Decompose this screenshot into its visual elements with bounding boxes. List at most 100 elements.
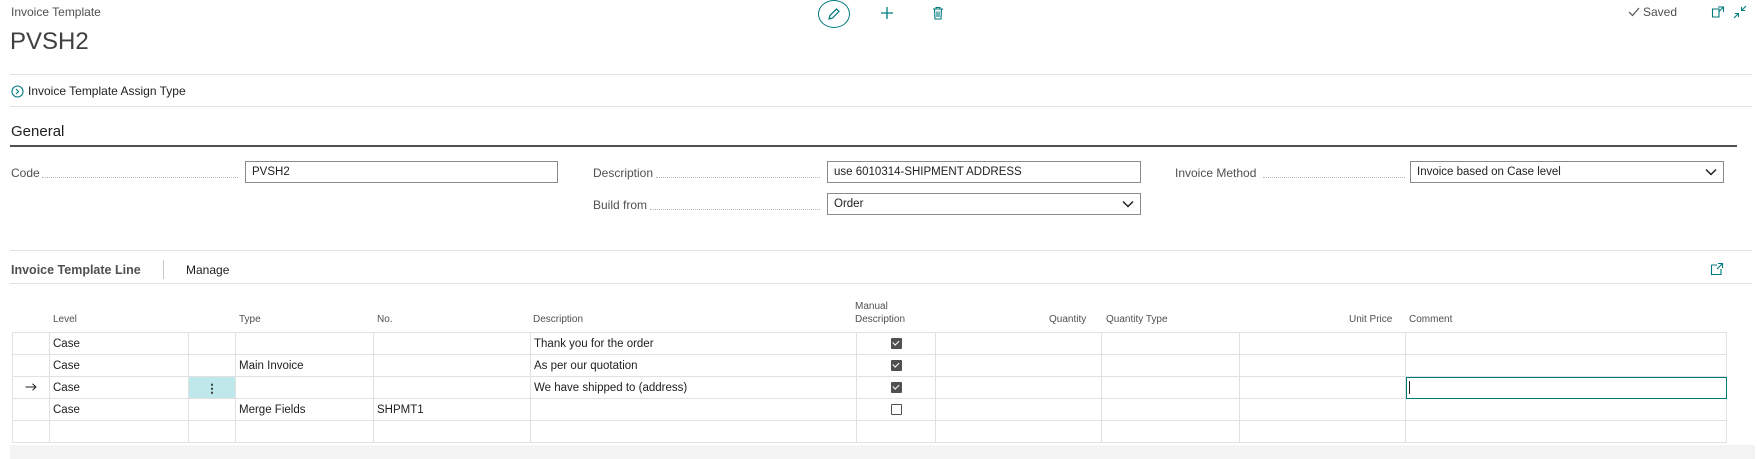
- type-cell[interactable]: Merge Fields: [235, 398, 374, 421]
- level-cell[interactable]: [49, 420, 189, 443]
- row-menu-cell[interactable]: [188, 354, 236, 377]
- quantity-type-cell[interactable]: [1101, 376, 1240, 399]
- quantity-cell[interactable]: [935, 376, 1102, 399]
- manual-description-cell[interactable]: [856, 398, 936, 421]
- no-cell[interactable]: [373, 376, 531, 399]
- manual-description-cell[interactable]: [856, 420, 936, 443]
- invoice-template-assign-type-action[interactable]: Invoice Template Assign Type: [11, 84, 186, 98]
- quantity-type-cell[interactable]: [1101, 420, 1240, 443]
- grid-footer: [10, 445, 1755, 459]
- unit-price-cell[interactable]: [1239, 332, 1406, 355]
- row-menu-cell[interactable]: [188, 420, 236, 443]
- checkbox[interactable]: [890, 359, 902, 371]
- new-button[interactable]: [876, 2, 898, 24]
- manual-description-cell[interactable]: [856, 376, 936, 399]
- column-header-comment[interactable]: Comment: [1409, 314, 1452, 325]
- lines-part-title[interactable]: Invoice Template Line: [11, 263, 141, 277]
- quantity-type-cell[interactable]: [1101, 398, 1240, 421]
- description-field[interactable]: use 6010314-SHIPMENT ADDRESS: [827, 161, 1141, 183]
- save-status: Saved: [1628, 5, 1677, 19]
- comment-cell[interactable]: [1405, 354, 1727, 377]
- manual-description-cell[interactable]: [856, 332, 936, 355]
- row-indicator: [12, 354, 50, 377]
- level-cell[interactable]: Case: [49, 332, 189, 355]
- column-header-description[interactable]: Description: [533, 314, 583, 325]
- column-header-manual[interactable]: Manual: [855, 301, 888, 312]
- chevron-down-icon: [1705, 168, 1717, 176]
- build-from-select[interactable]: Order: [827, 193, 1141, 215]
- type-cell[interactable]: [235, 332, 374, 355]
- collapse-icon[interactable]: [1733, 5, 1749, 21]
- no-cell[interactable]: [373, 420, 531, 443]
- description-cell[interactable]: [530, 420, 857, 443]
- level-cell[interactable]: Case: [49, 398, 189, 421]
- divider: [10, 283, 1752, 284]
- row-indicator: [12, 420, 50, 443]
- checkbox[interactable]: [890, 337, 902, 349]
- column-header-no[interactable]: No.: [377, 314, 393, 325]
- manage-menu[interactable]: Manage: [186, 263, 229, 277]
- leader-dots: [656, 176, 820, 178]
- column-header-level[interactable]: Level: [53, 314, 77, 325]
- manual-description-cell[interactable]: [856, 354, 936, 377]
- no-cell[interactable]: [373, 332, 531, 355]
- table-row-empty[interactable]: [12, 420, 1727, 443]
- open-in-new-window-icon[interactable]: [1711, 5, 1727, 21]
- arrow-right-icon: [25, 382, 37, 391]
- row-indicator: [12, 398, 50, 421]
- comment-cell-focused[interactable]: [1405, 376, 1727, 399]
- comment-cell[interactable]: [1405, 420, 1727, 443]
- unit-price-cell[interactable]: [1239, 420, 1406, 443]
- column-header-unit-price[interactable]: Unit Price: [1349, 314, 1392, 325]
- unit-price-cell[interactable]: [1239, 376, 1406, 399]
- divider: [10, 250, 1752, 251]
- column-header-quantity-type[interactable]: Quantity Type: [1106, 314, 1168, 325]
- column-header-manual-description[interactable]: Description: [855, 314, 905, 325]
- delete-button[interactable]: [928, 3, 948, 23]
- comment-cell[interactable]: [1405, 398, 1727, 421]
- edit-button[interactable]: [818, 0, 850, 28]
- table-row[interactable]: Case Main Invoice As per our quotation: [12, 354, 1727, 377]
- description-cell[interactable]: Thank you for the order: [530, 332, 857, 355]
- type-cell[interactable]: [235, 420, 374, 443]
- unit-price-cell[interactable]: [1239, 398, 1406, 421]
- checkbox[interactable]: [890, 403, 902, 415]
- description-cell[interactable]: We have shipped to (address): [530, 376, 857, 399]
- comment-cell[interactable]: [1405, 332, 1727, 355]
- quantity-cell[interactable]: [935, 354, 1102, 377]
- column-header-type[interactable]: Type: [239, 314, 261, 325]
- table-row[interactable]: Case Merge Fields SHPMT1: [12, 398, 1727, 421]
- checkbox[interactable]: [890, 381, 902, 393]
- type-cell[interactable]: [235, 376, 374, 399]
- column-header-quantity[interactable]: Quantity: [1049, 314, 1086, 325]
- level-cell[interactable]: Case: [49, 354, 189, 377]
- table-row-current[interactable]: Case ⋮ We have shipped to (address): [12, 376, 1727, 399]
- section-title-general: General: [11, 123, 65, 140]
- quantity-type-cell[interactable]: [1101, 354, 1240, 377]
- expand-icon[interactable]: [1710, 262, 1724, 276]
- quantity-cell[interactable]: [935, 398, 1102, 421]
- unit-price-cell[interactable]: [1239, 354, 1406, 377]
- no-cell[interactable]: [373, 354, 531, 377]
- row-menu-cell[interactable]: [188, 332, 236, 355]
- no-cell[interactable]: SHPMT1: [373, 398, 531, 421]
- build-from-label: Build from: [593, 198, 648, 212]
- checkmark-icon: [1628, 7, 1640, 17]
- quantity-cell[interactable]: [935, 332, 1102, 355]
- quantity-cell[interactable]: [935, 420, 1102, 443]
- trash-icon: [933, 6, 943, 20]
- table-row[interactable]: Case Thank you for the order: [12, 332, 1727, 355]
- invoice-method-select[interactable]: Invoice based on Case level: [1410, 161, 1724, 183]
- vertical-ellipsis-icon[interactable]: ⋮: [206, 383, 218, 395]
- row-menu-cell[interactable]: ⋮: [188, 376, 236, 399]
- quantity-type-cell[interactable]: [1101, 332, 1240, 355]
- row-menu-cell[interactable]: [188, 398, 236, 421]
- code-field[interactable]: PVSH2: [245, 161, 558, 183]
- description-cell[interactable]: As per our quotation: [530, 354, 857, 377]
- lines-grid: Case Thank you for the order Case Main I…: [12, 332, 1727, 443]
- description-label: Description: [593, 166, 654, 180]
- level-cell[interactable]: Case: [49, 376, 189, 399]
- description-cell[interactable]: [530, 398, 857, 421]
- build-from-value: Order: [834, 198, 864, 210]
- type-cell[interactable]: Main Invoice: [235, 354, 374, 377]
